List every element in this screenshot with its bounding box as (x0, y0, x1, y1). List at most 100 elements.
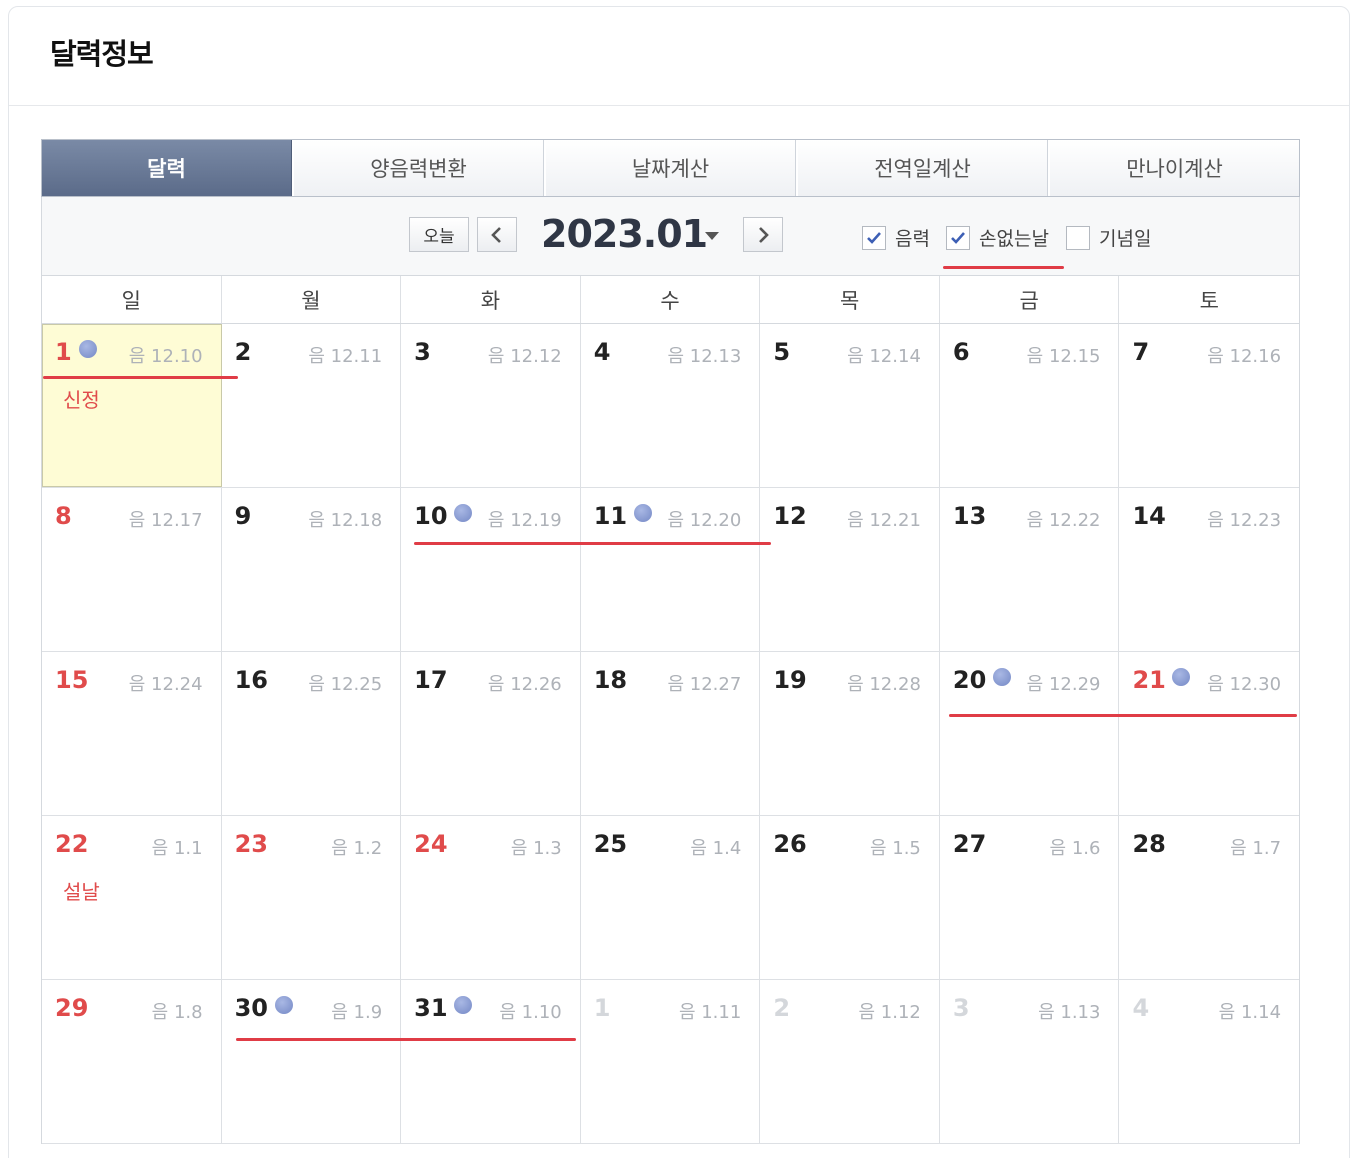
no-spirit-day-dot-icon (274, 996, 293, 1014)
day-number: 21 (1132, 666, 1166, 694)
day-number: 26 (773, 830, 807, 858)
day-cell[interactable]: 25 음 1.4 (581, 816, 761, 979)
annotation-underline (236, 1038, 576, 1041)
tab-age-calculation[interactable]: 만나이계산 (1048, 140, 1299, 196)
day-cell[interactable]: 4 음 12.13 (581, 324, 761, 487)
calendar-grid: 일 월 화 수 목 금 토 1 음 12.10 신정 2 음 12.11 3 음 12.12… (41, 276, 1300, 1144)
anniversary-checkbox[interactable] (1066, 225, 1090, 250)
day-cell[interactable]: 3 음 12.12 (401, 324, 581, 487)
tab-calendar[interactable]: 달력 (42, 140, 292, 196)
week-row: 8 음 12.17 9 음 12.18 10 음 12.19 11 음 12.20 12 음 12… (42, 488, 1299, 652)
day-cell[interactable]: 23 음 1.2 (222, 816, 402, 979)
day-cell[interactable]: 4 음 1.14 (1119, 980, 1299, 1143)
day-number: 1 (593, 994, 611, 1022)
day-cell[interactable]: 24 음 1.3 (401, 816, 581, 979)
day-cell[interactable]: 16 음 12.25 (222, 652, 402, 815)
day-cell[interactable]: 29 음 1.8 (42, 980, 222, 1143)
day-cell[interactable]: 11 음 12.20 (581, 488, 761, 651)
day-cell[interactable]: 5 음 12.14 (760, 324, 940, 487)
day-cell[interactable]: 27 음 1.6 (940, 816, 1120, 979)
day-cell[interactable]: 8 음 12.17 (42, 488, 222, 651)
lunar-date: 음 12.12 (487, 346, 562, 367)
week-row: 22 음 1.1 설날 23 음 1.2 24 음 1.3 25 음 1.4 26 음 1.5 27 음… (42, 816, 1299, 980)
no-spirit-day-dot-icon (1172, 668, 1191, 686)
weekday-label: 화 (401, 276, 581, 323)
annotation-underline (414, 542, 771, 545)
lunar-date: 음 12.20 (667, 510, 742, 531)
lunar-date: 음 12.29 (1026, 674, 1101, 695)
day-cell[interactable]: 18 음 12.27 (581, 652, 761, 815)
day-cell[interactable]: 2 음 1.12 (760, 980, 940, 1143)
day-cell[interactable]: 12 음 12.21 (760, 488, 940, 651)
today-button[interactable]: 오늘 (409, 217, 469, 252)
weekday-label: 토 (1199, 288, 1219, 313)
lunar-date: 음 12.23 (1207, 510, 1282, 531)
weekday-label: 일 (42, 276, 222, 323)
weekday-label: 금 (940, 276, 1120, 323)
no-spirit-day-label: 손없는날 (979, 228, 1049, 250)
day-number: 25 (593, 830, 628, 858)
day-number: 8 (55, 502, 72, 530)
day-number: 7 (1132, 338, 1150, 366)
lunar-date: 음 12.26 (487, 674, 562, 695)
day-cell[interactable]: 31 음 1.10 (401, 980, 581, 1143)
day-cell[interactable]: 22 음 1.1 설날 (42, 816, 222, 979)
day-number: 3 (952, 994, 970, 1022)
day-cell[interactable]: 17 음 12.26 (401, 652, 581, 815)
panel-title: 달력정보 (50, 37, 154, 71)
weekday-label: 목 (760, 276, 940, 323)
caret-down-icon[interactable] (704, 231, 720, 241)
day-cell-today[interactable]: 1 음 12.10 신정 (42, 324, 222, 487)
day-cell[interactable]: 13 음 12.22 (940, 488, 1120, 651)
day-cell[interactable]: 6 음 12.15 (940, 324, 1120, 487)
lunar-option-label: 음력 (895, 228, 930, 250)
day-number: 11 (593, 502, 628, 530)
current-month: 2023.01 (541, 212, 708, 256)
day-cell[interactable]: 21 음 12.30 (1119, 652, 1299, 815)
day-cell[interactable]: 10 음 12.19 (401, 488, 581, 651)
day-cell[interactable]: 19 음 12.28 (760, 652, 940, 815)
lunar-date: 음 1.8 (151, 1002, 203, 1023)
lunar-date: 음 1.6 (1049, 838, 1101, 859)
day-cell[interactable]: 9 음 12.18 (222, 488, 402, 651)
next-month-button[interactable] (743, 217, 783, 252)
day-number: 30 (234, 994, 268, 1022)
day-number: 10 (414, 502, 448, 530)
tab-date-calculation[interactable]: 날짜계산 (544, 140, 796, 196)
tab-discharge-date[interactable]: 전역일계산 (796, 140, 1048, 196)
lunar-date: 음 12.10 (128, 346, 203, 367)
anniversary-label: 기념일 (1099, 228, 1152, 250)
day-cell[interactable]: 26 음 1.5 (760, 816, 940, 979)
day-cell[interactable]: 20 음 12.29 (940, 652, 1120, 815)
calendar-tabs: 달력 양음력변환 날짜계산 전역일계산 만나이계산 (41, 139, 1300, 197)
lunar-date: 음 12.24 (128, 674, 203, 695)
lunar-date: 음 12.14 (847, 346, 921, 367)
day-cell[interactable]: 2 음 12.11 (222, 324, 402, 487)
day-number: 29 (55, 994, 89, 1022)
no-spirit-day-option[interactable]: 손없는날 (946, 224, 1049, 251)
prev-month-button[interactable] (477, 217, 517, 252)
lunar-date: 음 1.14 (1218, 1002, 1282, 1023)
day-number: 19 (773, 666, 807, 694)
day-cell[interactable]: 30 음 1.9 (222, 980, 402, 1143)
day-number: 22 (55, 830, 89, 858)
day-number: 9 (234, 502, 252, 530)
day-number: 14 (1132, 502, 1166, 530)
lunar-checkbox[interactable] (862, 225, 886, 250)
lunar-date: 음 1.7 (1230, 838, 1282, 859)
day-cell[interactable]: 1 음 1.11 (581, 980, 761, 1143)
no-spirit-day-dot-icon (992, 668, 1011, 686)
day-cell[interactable]: 14 음 12.23 (1119, 488, 1299, 651)
lunar-date: 음 12.28 (847, 674, 921, 695)
day-cell[interactable]: 3 음 1.13 (940, 980, 1120, 1143)
lunar-option[interactable]: 음력 (862, 224, 930, 251)
panel-header: 달력정보 (9, 7, 1349, 106)
tab-lunar-conversion[interactable]: 양음력변환 (292, 140, 544, 196)
day-cell[interactable]: 28 음 1.7 (1119, 816, 1299, 979)
anniversary-option[interactable]: 기념일 (1066, 224, 1151, 251)
day-cell[interactable]: 15 음 12.24 (42, 652, 222, 815)
lunar-date: 음 12.13 (667, 346, 742, 367)
day-cell[interactable]: 7 음 12.16 (1119, 324, 1299, 487)
day-number: 15 (55, 666, 89, 694)
no-spirit-day-checkbox[interactable] (946, 225, 970, 250)
